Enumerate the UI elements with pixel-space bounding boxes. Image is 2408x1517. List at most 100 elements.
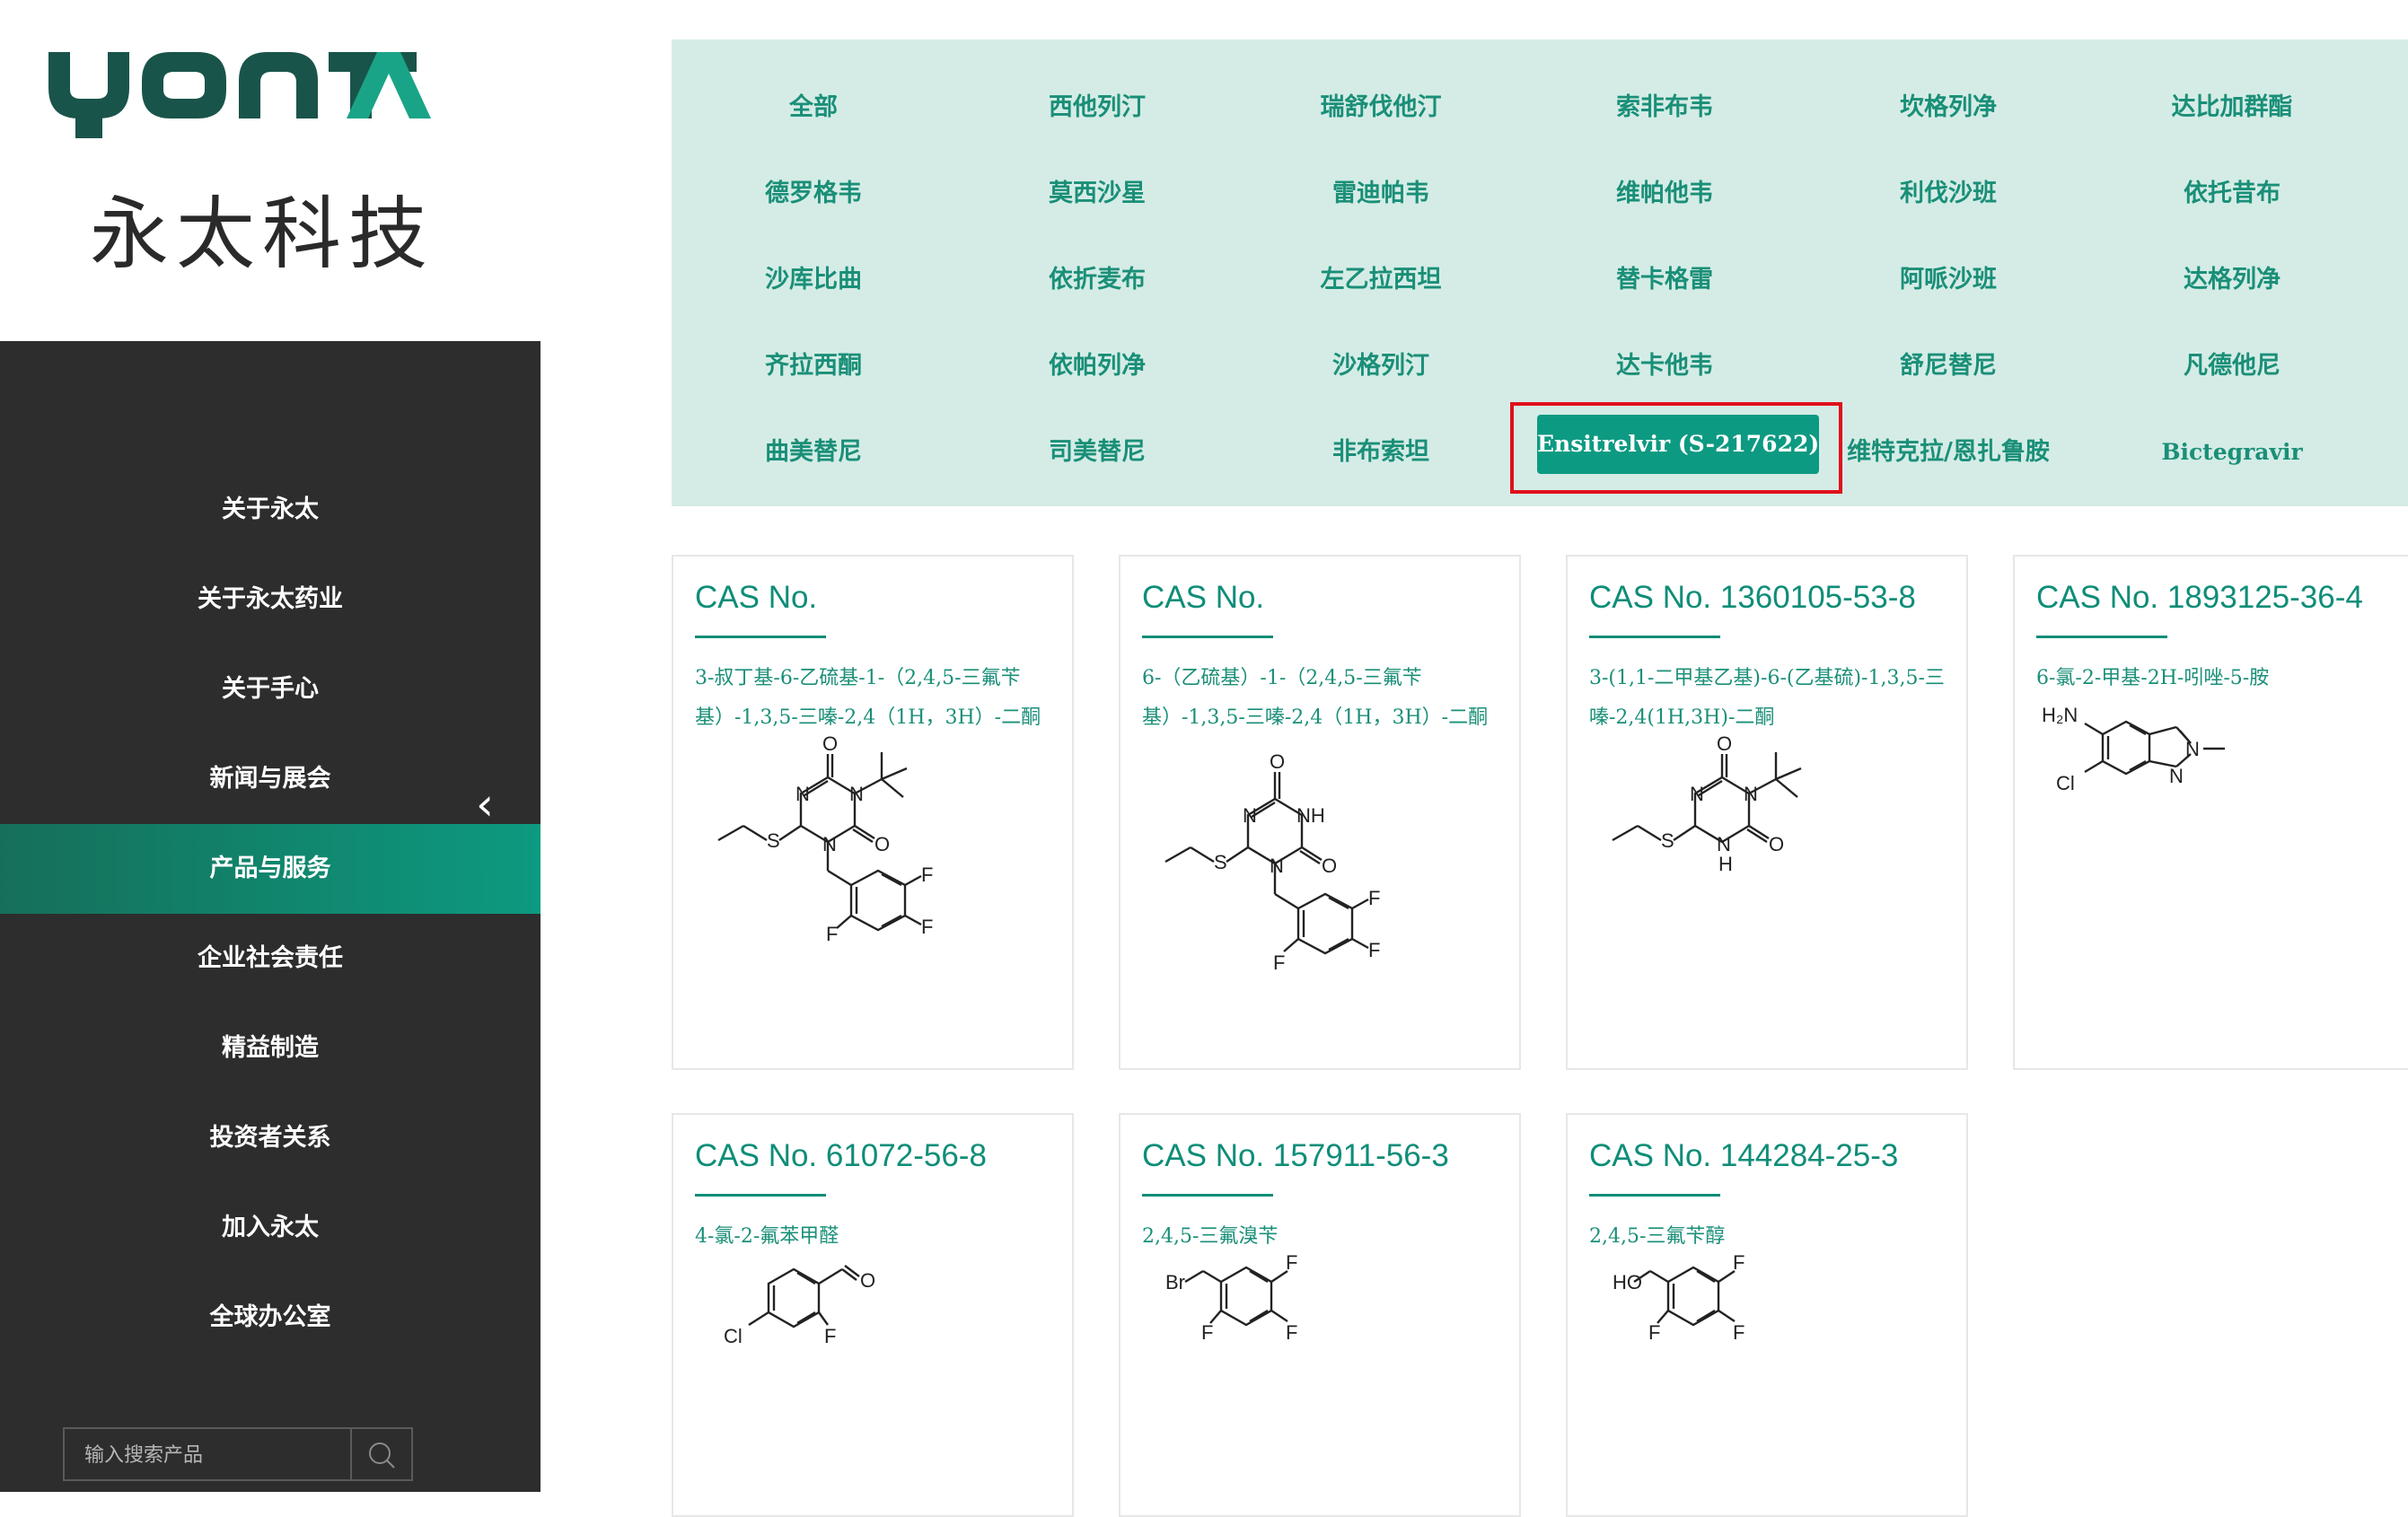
- structure-diagram: O N N N O S F F F: [717, 736, 933, 945]
- svg-text:N: N: [1744, 783, 1758, 805]
- svg-text:O: O: [1270, 750, 1285, 773]
- svg-text:H: H: [1718, 853, 1733, 875]
- svg-text:N: N: [1690, 783, 1704, 805]
- filter-item[interactable]: 西他列汀: [955, 75, 1239, 140]
- filter-item[interactable]: 索非布韦: [1523, 75, 1806, 140]
- filter-item[interactable]: 德罗格韦: [672, 162, 955, 226]
- cas-number: CAS No. 1360105-53-8: [1589, 580, 1916, 615]
- svg-text:F: F: [1648, 1321, 1660, 1344]
- brand-name-cn: 永太科技: [90, 188, 435, 280]
- product-card[interactable]: CAS No. 157911-56-3 2,4,5-三氟溴苄 Br F F F: [1119, 1113, 1521, 1517]
- cas-number: CAS No. 157911-56-3: [1142, 1138, 1449, 1173]
- sidebar-item-join-yonta[interactable]: 加入永太: [0, 1183, 540, 1273]
- filter-item[interactable]: 维帕他韦: [1523, 162, 1806, 226]
- svg-text:F: F: [1368, 887, 1380, 909]
- sidebar-item-news-exhibitions[interactable]: 新闻与展会: [0, 734, 540, 824]
- sidebar-item-about-shouxin[interactable]: 关于手心: [0, 645, 540, 734]
- product-card[interactable]: CAS No. 6-（乙硫基）-1-（2,4,5-三氟苄基）-1,3,5-三嗪-…: [1119, 555, 1521, 1070]
- structure-diagram: H₂N N N Cl: [2042, 704, 2225, 794]
- product-card[interactable]: CAS No. 1893125-36-4 6-氯-2-甲基-2H-吲唑-5-胺 …: [2013, 555, 2408, 1070]
- filter-item[interactable]: 坎格列净: [1806, 75, 2090, 140]
- svg-text:F: F: [1368, 939, 1380, 961]
- svg-text:F: F: [1286, 1251, 1297, 1274]
- product-card[interactable]: CAS No. 144284-25-3 2,4,5-三氟苄醇 HO F F F: [1566, 1113, 1968, 1517]
- filter-item[interactable]: 利伐沙班: [1806, 162, 2090, 226]
- filter-item[interactable]: 左乙拉西坦: [1239, 248, 1523, 312]
- svg-text:H₂N: H₂N: [2042, 704, 2078, 726]
- svg-text:S: S: [1214, 851, 1227, 873]
- svg-text:F: F: [1286, 1321, 1297, 1344]
- product-filter-panel: 全部 西他列汀 瑞舒伐他汀 索非布韦 坎格列净 达比加群酯 德罗格韦 莫西沙星 …: [672, 39, 2408, 506]
- brand-logo[interactable]: 永太科技: [36, 36, 503, 280]
- filter-item[interactable]: 达卡他韦: [1523, 334, 1806, 399]
- filter-item[interactable]: 替卡格雷: [1523, 248, 1806, 312]
- filter-item[interactable]: 依托昔布: [2090, 162, 2374, 226]
- sidebar-nav: 关于永太 关于永太药业 关于手心 新闻与展会 产品与服务 企业社会责任 精益制造…: [0, 465, 540, 1363]
- svg-text:N: N: [822, 833, 837, 855]
- sidebar-item-csr[interactable]: 企业社会责任: [0, 914, 540, 1004]
- svg-text:N: N: [1270, 855, 1284, 877]
- structure-diagram: O N N N H O S: [1612, 736, 1802, 875]
- filter-item[interactable]: 雷迪帕韦: [1239, 162, 1523, 226]
- svg-text:NH: NH: [1296, 804, 1325, 827]
- filter-item[interactable]: 瑞舒伐他汀: [1239, 75, 1523, 140]
- structure-diagram: HO F F F: [1613, 1251, 1744, 1344]
- filter-item[interactable]: 舒尼替尼: [1806, 334, 2090, 399]
- sidebar-item-lean-manufacturing[interactable]: 精益制造: [0, 1004, 540, 1093]
- svg-text:F: F: [921, 916, 933, 938]
- structure-diagram: O Cl F: [724, 1265, 875, 1347]
- svg-text:Br: Br: [1165, 1271, 1185, 1293]
- product-name: 3-(1,1-二甲基乙基)-6-(乙基硫)-1,3,5-三嗪-2,4(1H,3H…: [1589, 667, 1945, 729]
- filter-item[interactable]: Bictegravir: [2090, 420, 2374, 485]
- cas-number: CAS No. 1893125-36-4: [2036, 580, 2363, 615]
- sidebar-item-about-yonta-pharma[interactable]: 关于永太药业: [0, 555, 540, 645]
- filter-item[interactable]: 依折麦布: [955, 248, 1239, 312]
- search-input[interactable]: [65, 1429, 382, 1481]
- filter-item-active[interactable]: Ensitrelvir (S-217622): [1537, 415, 1819, 474]
- filter-item[interactable]: 曲美替尼: [672, 420, 955, 485]
- product-search: [63, 1427, 413, 1481]
- filter-item[interactable]: 莫西沙星: [955, 162, 1239, 226]
- filter-item[interactable]: 凡德他尼: [2090, 334, 2374, 399]
- cas-underline: [695, 636, 826, 638]
- svg-text:F: F: [921, 864, 933, 886]
- filter-item[interactable]: 维特克拉/恩扎鲁胺: [1806, 420, 2090, 485]
- search-button[interactable]: [350, 1429, 411, 1479]
- sidebar-item-global-offices[interactable]: 全球办公室: [0, 1273, 540, 1363]
- cas-underline: [695, 1194, 826, 1197]
- filter-item[interactable]: 达格列净: [2090, 248, 2374, 312]
- svg-text:S: S: [767, 829, 780, 852]
- filter-item[interactable]: 阿哌沙班: [1806, 248, 2090, 312]
- search-icon: [369, 1442, 395, 1469]
- svg-text:F: F: [826, 923, 838, 945]
- filter-item[interactable]: 齐拉西酮: [672, 334, 955, 399]
- filter-item[interactable]: 沙库比曲: [672, 248, 955, 312]
- product-card[interactable]: CAS No. 1360105-53-8 3-(1,1-二甲基乙基)-6-(乙基…: [1566, 555, 1968, 1070]
- cas-underline: [1142, 636, 1273, 638]
- product-card[interactable]: CAS No. 3-叔丁基-6-乙硫基-1-（2,4,5-三氟苄基）-1,3,5…: [672, 555, 1074, 1070]
- filter-item[interactable]: 依帕列净: [955, 334, 1239, 399]
- sidebar-item-products-services[interactable]: 产品与服务: [0, 824, 540, 914]
- filter-item[interactable]: 达比加群酯: [2090, 75, 2374, 140]
- svg-text:O: O: [822, 736, 838, 755]
- filter-item[interactable]: 司美替尼: [955, 420, 1239, 485]
- filter-item[interactable]: 沙格列汀: [1239, 334, 1523, 399]
- svg-text:O: O: [1322, 855, 1337, 877]
- sidebar-item-investor-relations[interactable]: 投资者关系: [0, 1093, 540, 1183]
- svg-text:S: S: [1661, 829, 1674, 852]
- cas-number: CAS No.: [695, 580, 818, 615]
- product-card[interactable]: CAS No. 61072-56-8 4-氯-2-氟苯甲醛 O Cl F: [672, 1113, 1074, 1517]
- sidebar-item-about-yonta[interactable]: 关于永太: [0, 465, 540, 555]
- structure-diagram: Br F F F: [1165, 1251, 1297, 1344]
- filter-item[interactable]: 非布索坦: [1239, 420, 1523, 485]
- chevron-left-icon[interactable]: ‹: [467, 781, 503, 828]
- svg-text:O: O: [860, 1269, 875, 1292]
- cas-number: CAS No. 144284-25-3: [1589, 1138, 1899, 1173]
- filter-all[interactable]: 全部: [672, 75, 955, 140]
- cas-number: CAS No.: [1142, 580, 1265, 615]
- svg-text:N: N: [2169, 765, 2184, 787]
- svg-text:O: O: [1717, 736, 1732, 755]
- svg-text:N: N: [795, 783, 810, 805]
- cas-underline: [2036, 636, 2167, 638]
- svg-text:HO: HO: [1613, 1271, 1642, 1293]
